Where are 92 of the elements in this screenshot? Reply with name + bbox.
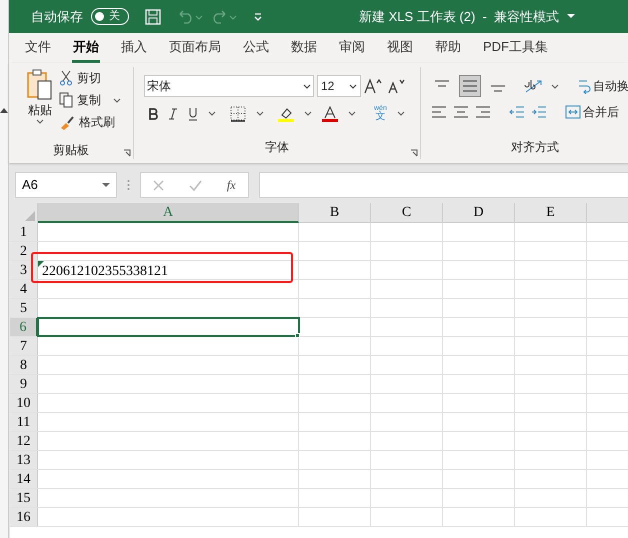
row-header[interactable]: 13 — [10, 451, 38, 469]
caret-icon — [303, 84, 311, 88]
caret-icon — [348, 111, 356, 116]
drag-handle-icon[interactable] — [127, 179, 130, 191]
caret-icon — [304, 111, 312, 116]
cell-value: 220612102355338121 — [42, 263, 168, 281]
copy-icon — [59, 92, 73, 108]
align-lines-icon[interactable] — [462, 79, 478, 93]
caret-icon — [396, 111, 405, 116]
caret-icon — [208, 111, 216, 116]
clipboard-icon — [26, 69, 54, 101]
row-header[interactable]: 3 — [10, 261, 38, 279]
window-title: 新建 XLS 工作表 (2) - 兼容性模式 — [359, 8, 560, 26]
merge-center-button[interactable]: 合并后 — [565, 103, 619, 121]
row-header[interactable]: 5 — [10, 299, 38, 317]
checkmark-icon[interactable] — [189, 180, 202, 190]
row-header[interactable]: 14 — [10, 470, 38, 488]
row-header[interactable]: 2 — [10, 242, 38, 260]
error-indicator-icon — [38, 261, 44, 267]
bold-icon[interactable] — [148, 108, 158, 120]
decrease-indent-icon[interactable] — [509, 105, 525, 119]
column-header[interactable]: C — [371, 203, 443, 223]
ribbon-tab[interactable]: 插入 — [120, 32, 148, 63]
ribbon-tab[interactable]: PDF工具集 — [482, 32, 549, 63]
row-header[interactable]: 10 — [10, 394, 38, 412]
caret-icon[interactable] — [567, 14, 576, 19]
underline-icon[interactable] — [188, 106, 198, 120]
scissors-icon — [59, 70, 73, 86]
align-right-icon[interactable] — [475, 105, 491, 119]
merge-cells-icon — [565, 105, 581, 119]
row-header[interactable]: 4 — [10, 280, 38, 298]
autosave-label: 自动保存 — [31, 8, 83, 26]
row-header[interactable]: 12 — [10, 432, 38, 450]
caret-icon — [102, 182, 110, 188]
decrease-font-size-icon[interactable] — [387, 78, 407, 94]
increase-indent-icon[interactable] — [531, 105, 547, 119]
formula-input[interactable] — [259, 172, 628, 198]
column-header[interactable]: D — [443, 203, 515, 223]
caret-icon — [349, 84, 357, 88]
group-label: 字体 — [265, 139, 289, 156]
increase-font-size-icon[interactable] — [364, 78, 384, 94]
paintbrush-icon — [59, 114, 75, 130]
name-box[interactable]: A6 — [15, 172, 117, 198]
caret-icon — [36, 119, 44, 124]
row-header[interactable]: 16 — [10, 508, 38, 526]
dialog-launcher-icon[interactable] — [410, 149, 418, 157]
ribbon-tab[interactable]: 页面布局 — [168, 32, 222, 63]
cut-button[interactable]: 剪切 — [59, 69, 121, 87]
caret-icon — [551, 84, 559, 88]
row-header[interactable]: 9 — [10, 375, 38, 393]
paste-button[interactable]: 粘贴 — [21, 69, 59, 141]
row-header[interactable]: 6 — [10, 318, 38, 336]
row-header[interactable]: 1 — [10, 223, 38, 241]
caret-icon — [256, 111, 264, 116]
customize-icon[interactable] — [253, 12, 263, 22]
row-header[interactable]: 11 — [10, 413, 38, 431]
row-header[interactable]: 15 — [10, 489, 38, 507]
format-painter-button[interactable]: 格式刷 — [59, 113, 121, 131]
fill-color-icon[interactable] — [278, 106, 294, 122]
ribbon-tab[interactable]: 数据 — [290, 32, 318, 63]
selected-cell[interactable] — [38, 318, 299, 336]
borders-icon[interactable] — [230, 106, 246, 122]
ribbon-tab[interactable]: 公式 — [242, 32, 270, 63]
ribbon-tab[interactable]: 文件 — [24, 32, 52, 63]
font-name-dropdown[interactable]: 宋体 — [144, 75, 314, 97]
align-center-icon[interactable] — [453, 105, 469, 119]
ribbon-tab[interactable]: 视图 — [386, 32, 414, 63]
column-header[interactable]: A — [38, 203, 299, 223]
italic-icon[interactable] — [168, 108, 178, 120]
wrap-text-icon — [577, 78, 591, 94]
autosave-toggle[interactable]: 关 — [91, 8, 129, 25]
ribbon-tab[interactable]: 审阅 — [338, 32, 366, 63]
row-header[interactable]: 8 — [10, 356, 38, 374]
copy-button[interactable]: 复制 — [59, 91, 121, 109]
save-icon[interactable] — [145, 8, 161, 24]
row-header[interactable]: 7 — [10, 337, 38, 355]
dialog-launcher-icon[interactable] — [123, 149, 131, 157]
scroll-up-icon[interactable] — [0, 108, 8, 113]
insert-function-button[interactable]: fx — [226, 176, 236, 194]
group-label: 对齐方式 — [511, 139, 559, 156]
font-color-icon[interactable] — [322, 106, 338, 122]
vertical-align-button[interactable] — [459, 75, 481, 97]
column-header[interactable]: B — [299, 203, 371, 223]
wrap-text-button[interactable]: 自动换 — [577, 77, 628, 95]
caret-icon — [113, 98, 121, 102]
align-left-icon[interactable] — [431, 105, 447, 119]
triangle-icon — [25, 211, 35, 221]
group-label: 剪贴板 — [53, 142, 89, 159]
column-header[interactable]: E — [515, 203, 587, 223]
fill-handle[interactable] — [295, 333, 300, 338]
font-size-dropdown[interactable]: 12 — [317, 75, 361, 97]
ribbon-tab[interactable]: 帮助 — [434, 32, 462, 63]
